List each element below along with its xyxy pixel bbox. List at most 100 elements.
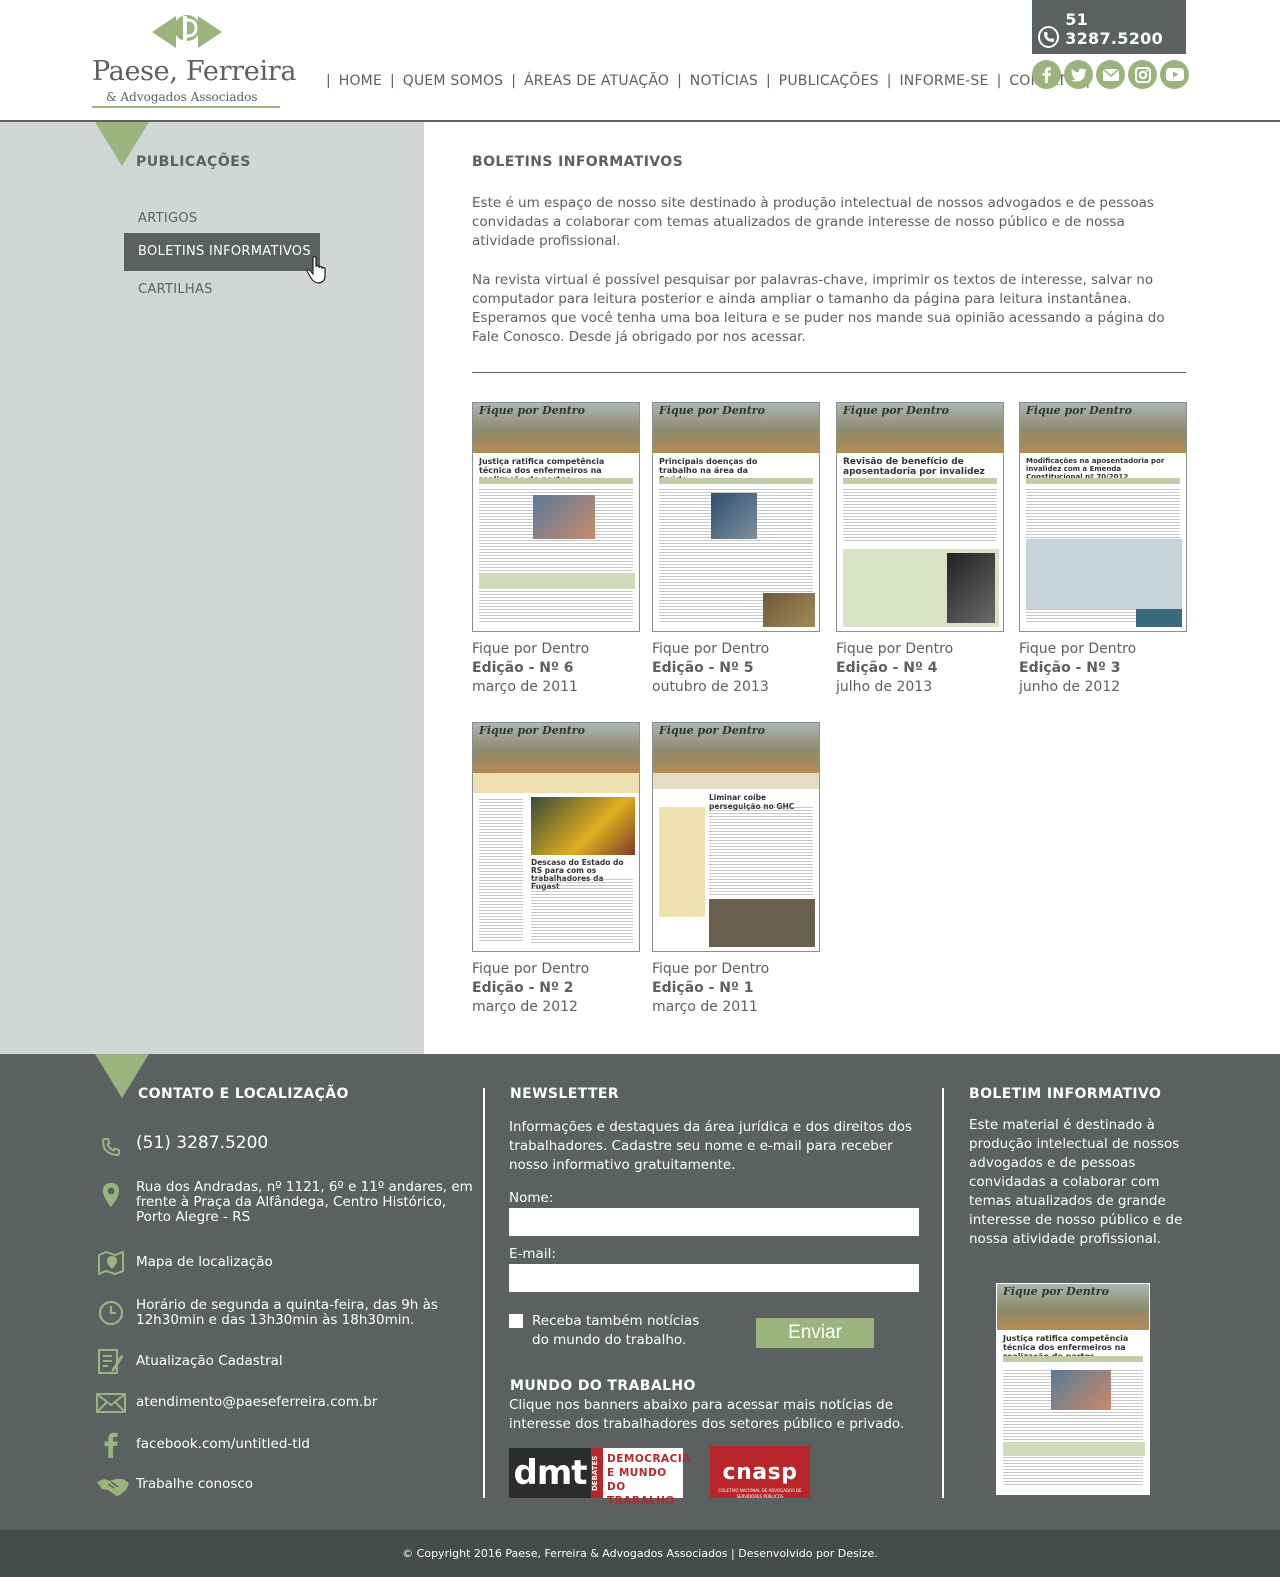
cover-photo xyxy=(947,553,995,623)
publication-cover[interactable]: Fique por Dentro Modificações na aposent… xyxy=(1019,402,1187,632)
email-icon xyxy=(96,1388,126,1418)
contact-email-link[interactable]: atendimento@paeseferreira.com.br xyxy=(96,1388,476,1418)
publication-card[interactable]: Fique por Dentro Modificações na aposent… xyxy=(1019,402,1189,697)
email-icon[interactable] xyxy=(1096,60,1125,89)
cover-photo xyxy=(1051,1370,1111,1410)
sidebar-item-boletins-informativos[interactable]: BOLETINS INFORMATIVOS xyxy=(124,233,320,271)
sidebar-title: PUBLICAÇÕES xyxy=(136,154,251,170)
phone-icon xyxy=(1038,26,1060,48)
publication-cover[interactable]: Fique por Dentro Descaso do Estado do RS… xyxy=(472,722,640,952)
cover-logo: Fique por Dentro xyxy=(659,724,765,737)
phone-icon xyxy=(96,1132,126,1162)
publication-date: março de 2011 xyxy=(652,999,758,1015)
publication-card[interactable]: Fique por Dentro Principais doenças do t… xyxy=(652,402,822,697)
location-pin-icon xyxy=(96,1180,126,1210)
content-divider xyxy=(472,372,1186,373)
dmt-banner[interactable]: dmt DEBATES DEMOCRACIA E MUNDO DO TRABAL… xyxy=(509,1448,690,1507)
nav-publicacoes[interactable]: PUBLICAÇÕES xyxy=(779,73,879,89)
nav-separator: | xyxy=(677,73,682,89)
publication-card[interactable]: Fique por Dentro Liminar coíbe perseguiç… xyxy=(652,722,822,1017)
cnasp-logo: cnasp xyxy=(722,1460,798,1485)
cover-logo: Fique por Dentro xyxy=(479,404,585,417)
logo-underline xyxy=(92,106,280,108)
facebook-icon[interactable] xyxy=(1032,60,1061,89)
cover-side-box xyxy=(659,807,705,917)
publication-card[interactable]: Fique por Dentro Revisão de benefício de… xyxy=(836,402,1006,697)
contact-address: Rua dos Andradas, nº 1121, 6º e 11º anda… xyxy=(96,1180,476,1225)
cover-text-lines xyxy=(843,489,997,541)
publication-card[interactable]: Fique por Dentro Justiça ratifica compet… xyxy=(472,402,642,697)
bulletin-cover[interactable]: Fique por Dentro Justiça ratifica compet… xyxy=(996,1283,1150,1495)
newsletter-name-input[interactable] xyxy=(509,1208,919,1236)
twitter-icon[interactable] xyxy=(1064,60,1093,89)
cover-headline: Revisão de benefício de aposentadoria po… xyxy=(843,457,985,477)
contact-phone[interactable]: (51) 3287.5200 xyxy=(96,1132,476,1162)
contact-address-text: Rua dos Andradas, nº 1121, 6º e 11º anda… xyxy=(136,1179,473,1225)
sidebar: PUBLICAÇÕES ARTIGOS BOLETINS INFORMATIVO… xyxy=(0,122,424,1054)
cover-footer-block xyxy=(709,899,815,947)
sidebar-item-cartilhas[interactable]: CARTILHAS xyxy=(124,271,320,309)
publication-date: março de 2012 xyxy=(472,999,578,1015)
cnasp-banner-text: COLETIVO NACIONAL DE ADVOGADOS DE SERVID… xyxy=(718,1488,802,1499)
publication-date: março de 2011 xyxy=(472,679,578,695)
logo-name: Paese, Ferreira xyxy=(92,56,297,87)
cnasp-banner[interactable]: cnasp COLETIVO NACIONAL DE ADVOGADOS DE … xyxy=(710,1446,810,1499)
site-header: Paese, Ferreira & Advogados Associados |… xyxy=(0,0,1280,122)
publication-edition: Edição - Nº 6 xyxy=(472,660,574,676)
contact-hours: Horário de segunda a quinta-feira, das 9… xyxy=(96,1298,476,1328)
site-logo[interactable]: Paese, Ferreira & Advogados Associados xyxy=(92,12,297,112)
contact-work-link[interactable]: Trabalhe conosco xyxy=(96,1472,476,1502)
map-icon xyxy=(96,1248,126,1278)
contact-update-link[interactable]: Atualização Cadastral xyxy=(96,1346,476,1376)
world-of-work-title: MUNDO DO TRABALHO xyxy=(510,1378,696,1394)
nav-noticias[interactable]: NOTÍCIAS xyxy=(690,73,758,89)
dmt-logo: dmt xyxy=(509,1448,591,1498)
newsletter-submit-button[interactable]: Enviar xyxy=(756,1318,874,1348)
nav-areas-de-atuacao[interactable]: ÁREAS DE ATUAÇÃO xyxy=(524,73,669,89)
youtube-icon[interactable] xyxy=(1160,60,1189,89)
dmt-debates-tag: DEBATES xyxy=(591,1448,603,1498)
publication-edition: Edição - Nº 3 xyxy=(1019,660,1121,676)
nav-separator: | xyxy=(511,73,516,89)
facebook-icon xyxy=(96,1430,126,1460)
contact-hours-text: Horário de segunda a quinta-feira, das 9… xyxy=(136,1297,438,1328)
world-of-work-text: Clique nos banners abaixo para acessar m… xyxy=(509,1397,905,1432)
header-phone[interactable]: 51 3287.5200 xyxy=(1032,0,1186,54)
publication-card[interactable]: Fique por Dentro Descaso do Estado do RS… xyxy=(472,722,642,1017)
publication-cover[interactable]: Fique por Dentro Justiça ratifica compet… xyxy=(472,402,640,632)
publication-date: julho de 2013 xyxy=(836,679,933,695)
publication-cover[interactable]: Fique por Dentro Liminar coíbe perseguiç… xyxy=(652,722,820,952)
publication-cover[interactable]: Fique por Dentro Principais doenças do t… xyxy=(652,402,820,632)
cover-highlight-box xyxy=(1026,539,1182,609)
newsletter-checkbox[interactable] xyxy=(509,1314,523,1328)
intro-paragraph: Este é um espaço de nosso site destinado… xyxy=(472,195,1154,249)
nav-home[interactable]: HOME xyxy=(339,73,382,89)
publication-edition: Edição - Nº 2 xyxy=(472,980,574,996)
nav-separator: | xyxy=(390,73,395,89)
cover-footer-block xyxy=(1136,609,1182,627)
handshake-icon xyxy=(96,1472,130,1502)
cover-text-lines xyxy=(531,879,633,943)
publication-name: Fique por Dentro xyxy=(472,641,590,657)
contact-map-link[interactable]: Mapa de localização xyxy=(96,1248,476,1278)
nav-separator: | xyxy=(996,73,1002,89)
cover-highlight-box xyxy=(479,573,635,589)
contact-map-text: Mapa de localização xyxy=(136,1254,273,1270)
publication-name: Fique por Dentro xyxy=(1019,641,1137,657)
contact-update-text: Atualização Cadastral xyxy=(136,1353,283,1369)
bulletin-title: BOLETIM INFORMATIVO xyxy=(969,1086,1162,1102)
publication-date: junho de 2012 xyxy=(1019,679,1121,695)
nav-quem-somos[interactable]: QUEM SOMOS xyxy=(403,73,504,89)
publication-cover[interactable]: Fique por Dentro Revisão de benefício de… xyxy=(836,402,1004,632)
cover-logo: Fique por Dentro xyxy=(479,724,585,737)
header-phone-number: 51 3287.5200 xyxy=(1065,10,1164,48)
nav-informe-se[interactable]: INFORME-SE xyxy=(899,73,988,89)
instagram-icon[interactable] xyxy=(1128,60,1157,89)
cover-subline xyxy=(659,478,813,484)
newsletter-email-input[interactable] xyxy=(509,1264,919,1292)
publication-name: Fique por Dentro xyxy=(472,961,590,977)
cover-subline xyxy=(1026,478,1180,484)
publication-edition: Edição - Nº 1 xyxy=(652,980,754,996)
contact-work-text: Trabalhe conosco xyxy=(136,1476,254,1492)
contact-facebook-link[interactable]: facebook.com/untitled-tld xyxy=(96,1430,476,1460)
